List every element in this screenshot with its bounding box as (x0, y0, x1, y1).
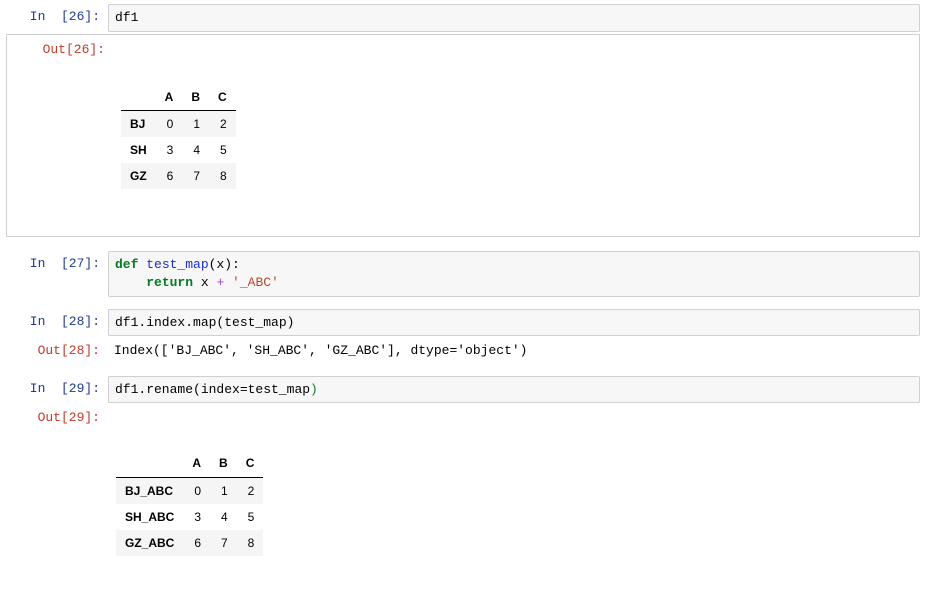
keyword-return: return (146, 275, 193, 290)
cell: 7 (210, 530, 237, 556)
code-cell-27: In [27]: def test_map(x): return x + '_A… (6, 251, 920, 296)
code-cell-28: In [28]: df1.index.map(test_map) (6, 309, 920, 337)
cell: 3 (156, 137, 183, 163)
cell: 6 (183, 530, 210, 556)
code-pre: df1.rename (115, 382, 193, 397)
col-header: B (210, 450, 237, 477)
col-header: A (183, 450, 210, 477)
kwargs: index=test_map (201, 382, 310, 397)
table-header-row: A B C (121, 84, 236, 111)
table-row: BJ_ABC 0 1 2 (116, 477, 263, 504)
keyword-def: def (115, 257, 138, 272)
output-text-28: Index(['BJ_ABC', 'SH_ABC', 'GZ_ABC'], dt… (108, 338, 920, 364)
output-area-29: A B C BJ_ABC 0 1 2 SH_ABC 3 4 5 (108, 405, 920, 599)
cell: 2 (237, 477, 264, 504)
row-index: BJ_ABC (116, 477, 183, 504)
cell: 1 (210, 477, 237, 504)
table-row: SH 3 4 5 (121, 137, 236, 163)
table-row: GZ 6 7 8 (121, 163, 236, 189)
dataframe-table-29: A B C BJ_ABC 0 1 2 SH_ABC 3 4 5 (116, 450, 263, 556)
in-prompt-27: In [27]: (6, 251, 108, 277)
in-prompt-29: In [29]: (6, 376, 108, 402)
row-index: SH_ABC (116, 504, 183, 530)
code-input-28[interactable]: df1.index.map(test_map) (108, 309, 920, 337)
code-input-27[interactable]: def test_map(x): return x + '_ABC' (108, 251, 920, 296)
ret-lhs: x (193, 275, 216, 290)
cell: 7 (182, 163, 209, 189)
lparen: ( (193, 382, 201, 397)
row-index: SH (121, 137, 156, 163)
table-row: GZ_ABC 6 7 8 (116, 530, 263, 556)
table-corner (121, 84, 156, 111)
table-header-row: A B C (116, 450, 263, 477)
cell: 5 (209, 137, 236, 163)
output-cell-26: Out[26]: A B C BJ 0 1 2 SH (6, 34, 920, 238)
cell: 5 (237, 504, 264, 530)
cell: 8 (209, 163, 236, 189)
col-header: C (209, 84, 236, 111)
row-index: BJ (121, 110, 156, 137)
cell: 1 (182, 110, 209, 137)
row-index: GZ (121, 163, 156, 189)
func-name: test_map (146, 257, 208, 272)
row-index: GZ_ABC (116, 530, 183, 556)
cell: 0 (183, 477, 210, 504)
ret-str: '_ABC' (224, 275, 279, 290)
out-prompt-26: Out[26]: (11, 39, 113, 63)
out-prompt-29: Out[29]: (6, 405, 108, 431)
cell: 6 (156, 163, 183, 189)
cell: 4 (182, 137, 209, 163)
in-prompt-26: In [26]: (6, 4, 108, 30)
cell: 4 (210, 504, 237, 530)
out-prompt-28: Out[28]: (6, 338, 108, 364)
in-prompt-28: In [28]: (6, 309, 108, 335)
output-cell-29: Out[29]: A B C BJ_ABC 0 1 2 SH_ABC (6, 405, 920, 599)
code-cell-29: In [29]: df1.rename(index=test_map) (6, 376, 920, 404)
code-input-29[interactable]: df1.rename(index=test_map) (108, 376, 920, 404)
cell: 3 (183, 504, 210, 530)
code-input-26[interactable]: df1 (108, 4, 920, 32)
code-cell-26: In [26]: df1 (6, 4, 920, 32)
cell: 2 (209, 110, 236, 137)
table-corner (116, 450, 183, 477)
table-row: SH_ABC 3 4 5 (116, 504, 263, 530)
dataframe-table-26: A B C BJ 0 1 2 SH 3 4 5 (121, 84, 236, 190)
rparen: ) (310, 382, 318, 397)
cell: 8 (237, 530, 264, 556)
col-header: C (237, 450, 264, 477)
cell: 0 (156, 110, 183, 137)
col-header: B (182, 84, 209, 111)
sig-rest: (x): (209, 257, 240, 272)
table-row: BJ 0 1 2 (121, 110, 236, 137)
col-header: A (156, 84, 183, 111)
output-cell-28: Out[28]: Index(['BJ_ABC', 'SH_ABC', 'GZ_… (6, 338, 920, 364)
output-area-26: A B C BJ 0 1 2 SH 3 4 5 (113, 39, 915, 233)
